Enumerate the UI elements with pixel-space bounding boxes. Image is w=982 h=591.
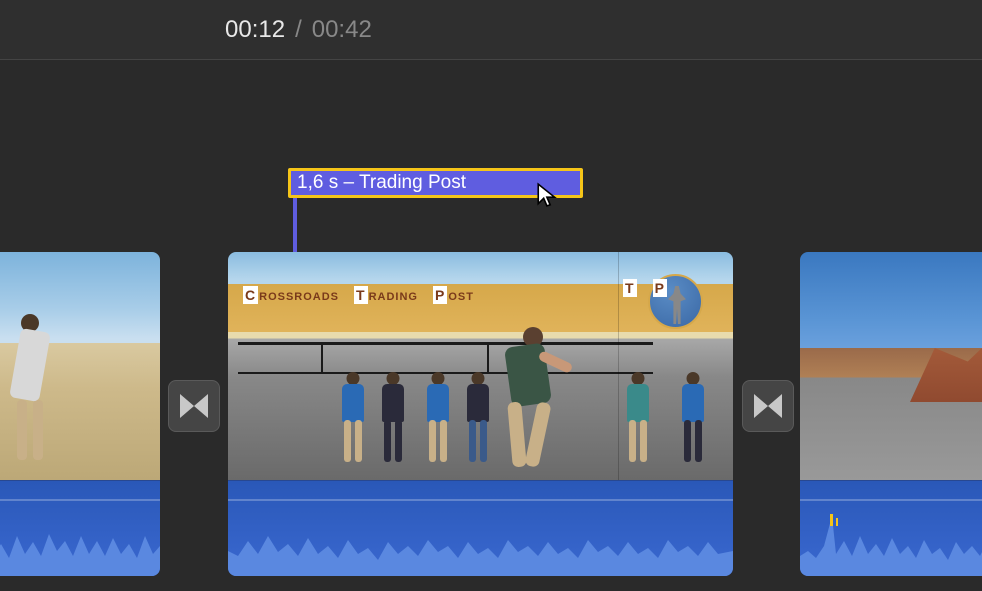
timeline-total-duration: 00:42: [312, 16, 372, 44]
bowtie-transition-icon: [750, 388, 786, 424]
time-separator: /: [295, 16, 302, 44]
clip-1-thumbnail: [0, 252, 160, 480]
sign-text: POST: [433, 287, 474, 303]
playhead-current-time: 00:12: [225, 16, 285, 44]
timeline-header: 00:12 / 00:42: [0, 0, 982, 60]
title-clip-connector: [293, 196, 297, 252]
video-clip-1[interactable]: [0, 252, 160, 576]
sign-text: P: [653, 280, 668, 310]
transition-2[interactable]: [742, 380, 794, 432]
timeline[interactable]: 1,6 s – Trading Post: [0, 60, 982, 591]
waveform-icon: [800, 506, 982, 576]
waveform-icon: [228, 506, 733, 576]
clip-1-audio-track[interactable]: [0, 480, 160, 576]
clip-3-thumbnail: [800, 252, 982, 480]
sign-text: CROSSROADS: [243, 287, 339, 303]
title-overlay-clip[interactable]: 1,6 s – Trading Post: [288, 168, 583, 198]
sign-text: T: [623, 280, 638, 310]
title-overlay-label: 1,6 s – Trading Post: [297, 172, 466, 193]
clip-3-audio-track[interactable]: [800, 480, 982, 576]
clip-2-audio-track[interactable]: [228, 480, 733, 576]
video-clip-3[interactable]: [800, 252, 982, 576]
waveform-icon: [0, 506, 160, 576]
video-clip-2[interactable]: CROSSROADS TRADING POST T P: [228, 252, 733, 576]
sign-text: TRADING: [354, 287, 418, 303]
bowtie-transition-icon: [176, 388, 212, 424]
transition-1[interactable]: [168, 380, 220, 432]
clip-2-thumbnail: CROSSROADS TRADING POST T P: [228, 252, 733, 480]
